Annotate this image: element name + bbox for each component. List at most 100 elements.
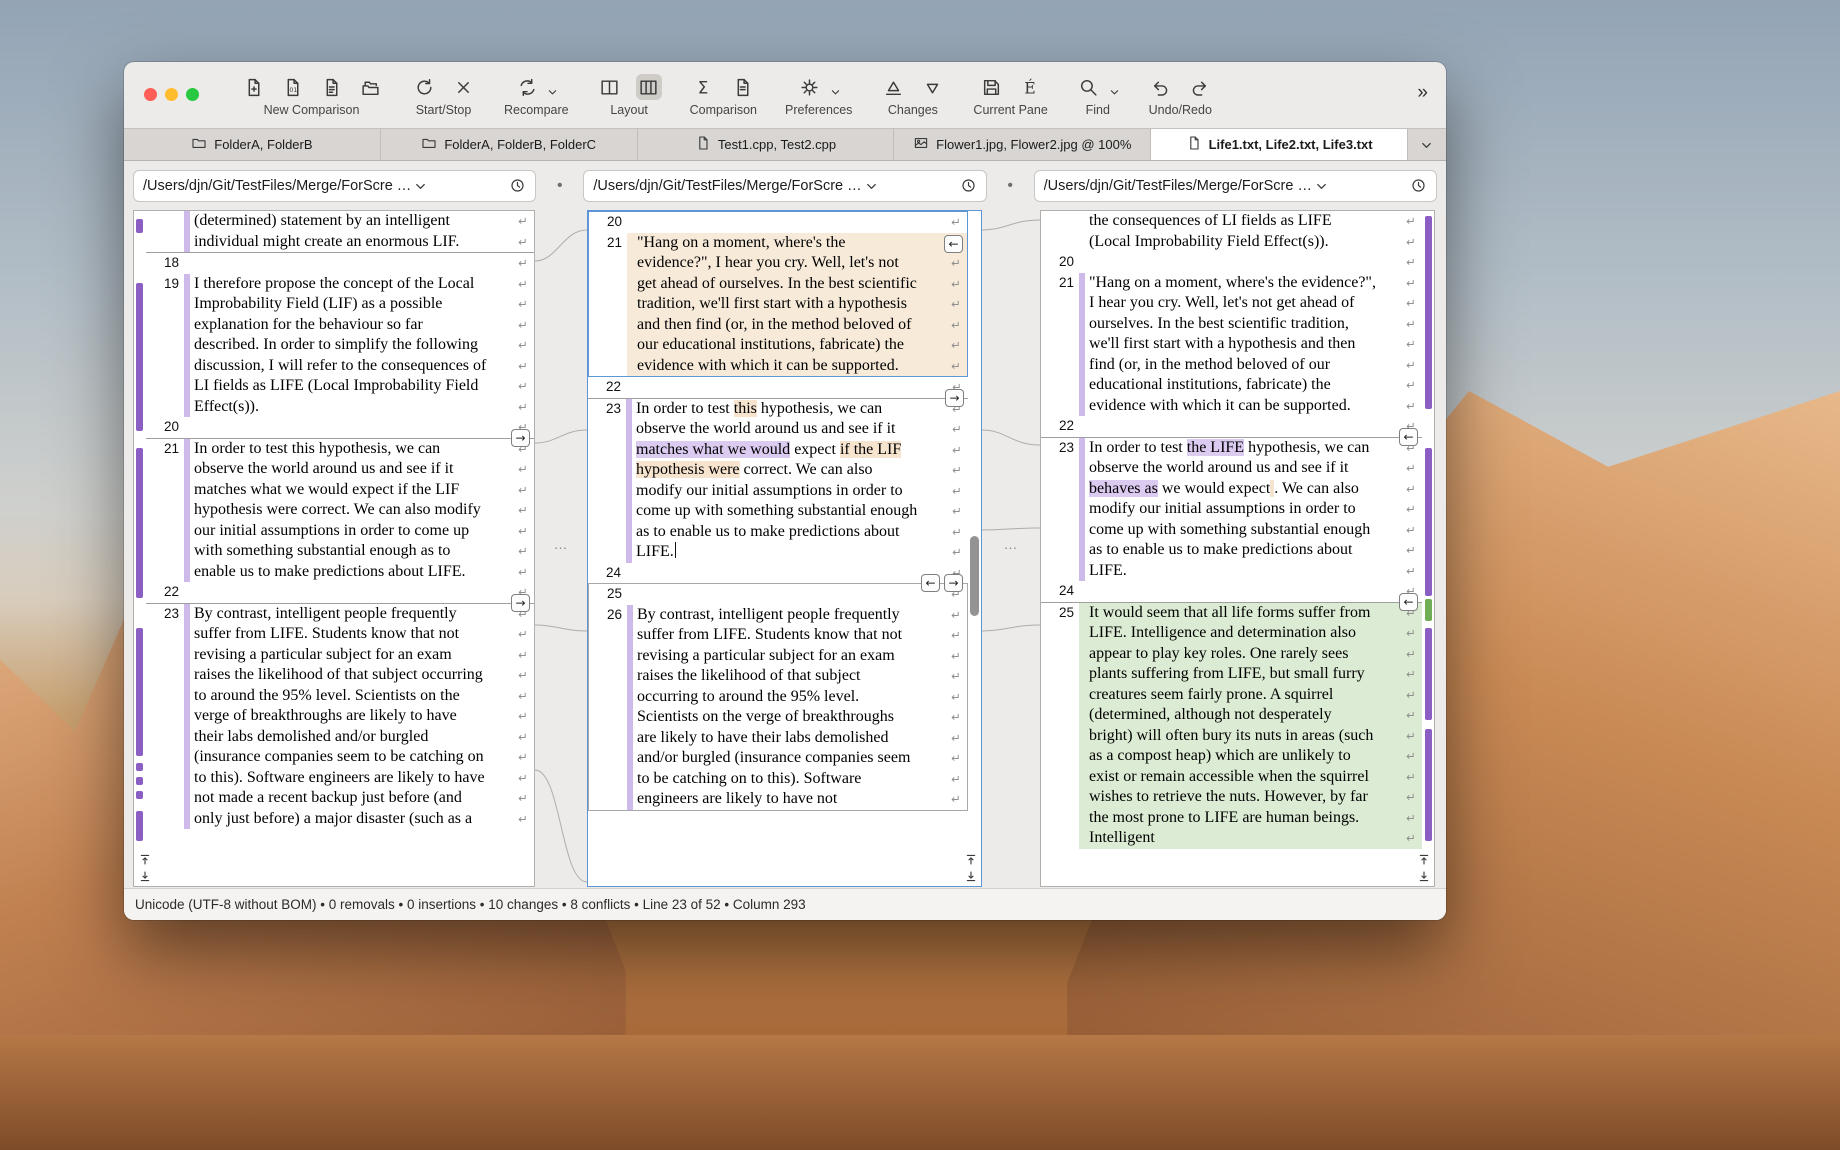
folders-icon[interactable] [357, 74, 383, 100]
path-field-left[interactable]: /Users/djn/Git/TestFiles/Merge/ForScre … [133, 170, 536, 202]
undo-icon[interactable] [1148, 74, 1174, 100]
merge-left-button[interactable]: ← [1399, 428, 1418, 446]
sigma-icon[interactable]: Σ [691, 74, 717, 100]
text-line-23[interactable]: 23In order to test the LIFE hypothesis, … [1041, 437, 1422, 582]
return-mark: ↵ [1400, 211, 1422, 232]
toolbar-icons-row [1148, 72, 1213, 102]
jump-first-change-button[interactable] [1416, 852, 1432, 866]
merge-right-button[interactable]: → [945, 389, 964, 407]
text-line-21[interactable]: 21"Hang on a moment, where's the evidenc… [1041, 273, 1422, 417]
doc-new-icon[interactable] [240, 74, 266, 100]
zoom-window-button[interactable] [186, 88, 199, 101]
text-line-20[interactable]: 20↵ [146, 417, 534, 438]
change-jump-buttons [137, 852, 153, 883]
text-line-18[interactable]: 18↵ [146, 252, 534, 274]
text-line-20[interactable]: 20↵ [589, 212, 967, 233]
tab-list-chevron[interactable] [1408, 129, 1446, 160]
chevron-down-icon[interactable] [1109, 86, 1120, 97]
change-map-left[interactable] [134, 211, 145, 842]
svg-text:01: 01 [289, 87, 297, 94]
redo-icon[interactable] [1187, 74, 1213, 100]
merge-right-button[interactable]: → [511, 429, 530, 447]
text-line-22[interactable]: 22↵ [146, 582, 534, 603]
text-line-24[interactable]: 24↵ [1041, 581, 1422, 602]
jump-last-change-button[interactable] [1416, 869, 1432, 883]
encoding-icon[interactable]: É [1017, 74, 1043, 100]
history-icon[interactable] [509, 177, 526, 194]
history-icon[interactable] [960, 177, 977, 194]
return-mark: ↵ [512, 397, 534, 418]
text-line-23[interactable]: 23In order to test this hypothesis, we c… [588, 398, 968, 563]
toolbar-overflow-button[interactable]: » [1417, 82, 1428, 104]
save-icon[interactable] [978, 74, 1004, 100]
jump-last-change-button[interactable] [137, 869, 153, 883]
pane-link-dot[interactable]: • [536, 177, 583, 195]
merge-left-button[interactable]: ← [944, 235, 963, 253]
text-line-23[interactable]: 23By contrast, intelligent people freque… [146, 603, 534, 830]
chevron-down-icon[interactable] [1315, 179, 1328, 192]
return-mark: ↵ [1400, 540, 1422, 561]
history-icon[interactable] [1410, 177, 1427, 194]
pane-gap-menu[interactable]: … [982, 536, 1040, 552]
folder-icon [421, 135, 437, 154]
stop-x-icon[interactable] [450, 74, 476, 100]
tab-foldera-folderb[interactable]: FolderA, FolderB [124, 129, 381, 160]
doc-plain-icon[interactable] [318, 74, 344, 100]
jump-first-change-button[interactable] [137, 852, 153, 866]
layout-three-icon[interactable] [636, 74, 662, 100]
jump-last-change-button[interactable] [963, 869, 979, 883]
line-number: 20 [146, 417, 184, 438]
refresh-icon[interactable] [411, 74, 437, 100]
middle-pane-text[interactable]: 20↵21"Hang on a moment, where's the evid… [588, 211, 968, 886]
right-pane-text[interactable]: the consequences of LI fields as LIFE (L… [1041, 211, 1422, 886]
toolbar: 01New ComparisonStart/StopRecompareLayou… [240, 72, 1213, 117]
chevron-down-icon[interactable] [547, 86, 558, 97]
text-line-21[interactable]: 21"Hang on a moment, where's the evidenc… [589, 233, 967, 377]
tab-flower1-jpg-flower2-jpg-100[interactable]: Flower1.jpg, Flower2.jpg @ 100% [894, 129, 1151, 160]
text-line-21[interactable]: 21In order to test this hypothesis, we c… [146, 438, 534, 583]
layout-two-icon[interactable] [597, 74, 623, 100]
plain-text: the consequences of LI fields as LIFE (L… [1089, 212, 1332, 250]
pane-gap-menu[interactable]: … [535, 536, 587, 552]
sync-icon[interactable] [514, 74, 540, 100]
text-line-22[interactable]: 22↵ [588, 377, 968, 398]
text-line-24[interactable]: 24↵ [588, 563, 968, 584]
text-line-cont[interactable]: the consequences of LI fields as LIFE (L… [1041, 211, 1422, 252]
tab-test1-cpp-test2-cpp[interactable]: Test1.cpp, Test2.cpp [638, 129, 895, 160]
toolbar-icons-row [880, 72, 945, 102]
tab-foldera-folderb-folderc[interactable]: FolderA, FolderB, FolderC [381, 129, 638, 160]
return-mark: ↵ [512, 624, 534, 645]
pane-link-dot[interactable]: • [987, 177, 1034, 195]
text-line-20[interactable]: 20↵ [1041, 252, 1422, 273]
chevron-down-icon[interactable] [830, 86, 841, 97]
text-line-25[interactable]: 25It would seem that all life forms suff… [1041, 602, 1422, 849]
next-change-icon[interactable] [919, 74, 945, 100]
chevron-down-icon[interactable] [414, 179, 427, 192]
left-pane-text[interactable]: (determined) statement by an intelligent… [146, 211, 534, 886]
text-line-cont[interactable]: (determined) statement by an intelligent… [146, 211, 534, 252]
merge-right-button[interactable]: → [511, 594, 530, 612]
text-line-26[interactable]: 26By contrast, intelligent people freque… [589, 605, 967, 810]
path-field-middle[interactable]: /Users/djn/Git/TestFiles/Merge/ForScre … [583, 170, 986, 202]
prev-change-icon[interactable] [880, 74, 906, 100]
report-icon[interactable] [730, 74, 756, 100]
return-mark: ↵ [512, 665, 534, 686]
gear-icon[interactable] [797, 74, 823, 100]
doc-binary-icon[interactable]: 01 [279, 74, 305, 100]
chevron-down-icon[interactable] [865, 179, 878, 192]
find-icon[interactable] [1076, 74, 1102, 100]
text-line-19[interactable]: 19I therefore propose the concept of the… [146, 274, 534, 418]
merge-left-button[interactable]: ← [921, 574, 940, 592]
merge-left-button[interactable]: ← [1399, 593, 1418, 611]
text-line-25[interactable]: 25↵→← [589, 584, 967, 605]
minimize-window-button[interactable] [165, 88, 178, 101]
close-window-button[interactable] [144, 88, 157, 101]
return-mark: ↵ [1400, 746, 1422, 767]
merge-right-button[interactable]: → [944, 574, 963, 592]
path-field-right[interactable]: /Users/djn/Git/TestFiles/Merge/ForScre … [1034, 170, 1437, 202]
vertical-scrollbar[interactable] [970, 536, 979, 616]
jump-first-change-button[interactable] [963, 852, 979, 866]
text-line-22[interactable]: 22↵ [1041, 416, 1422, 437]
change-map-right[interactable] [1423, 211, 1434, 842]
tab-life1-txt-life2-txt-life3-txt[interactable]: Life1.txt, Life2.txt, Life3.txt [1151, 129, 1408, 160]
